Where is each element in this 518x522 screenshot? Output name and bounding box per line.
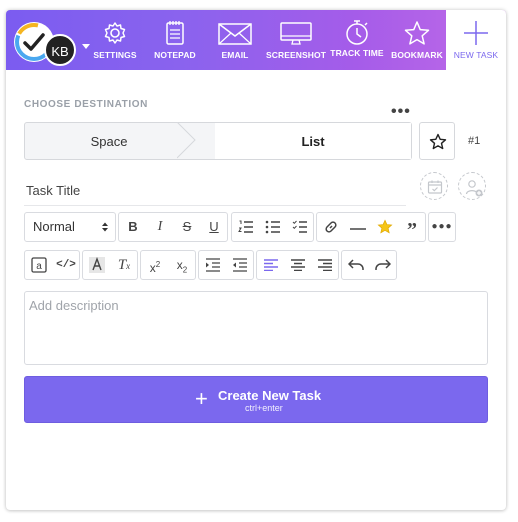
superscript-icon[interactable]: x2: [142, 251, 168, 279]
highlight-icon[interactable]: [84, 251, 110, 279]
nav-bookmark[interactable]: BOOKMARK: [389, 10, 445, 70]
chevron-down-icon: [82, 44, 90, 49]
nav-notepad-label: NOTEPAD: [154, 50, 196, 60]
breadcrumb-chevron-icon: [177, 122, 196, 159]
alignment-group: [256, 250, 339, 280]
nav-track-time[interactable]: TRACK TIME: [330, 10, 384, 70]
history-group: [341, 250, 397, 280]
code-group: a </>: [24, 250, 80, 280]
star-outline-icon: [429, 133, 447, 150]
nav-new-task[interactable]: NEW TASK: [446, 10, 506, 70]
text-format-group: B I S U: [118, 212, 228, 242]
script-group: x2 x2: [140, 250, 196, 280]
star-outline-icon: [404, 21, 430, 45]
description-field[interactable]: [24, 291, 488, 365]
create-task-label: Create New Task: [218, 388, 322, 403]
strikethrough-icon[interactable]: S: [174, 213, 200, 241]
nav-screenshot[interactable]: SCREENSHOT: [265, 10, 327, 70]
task-number[interactable]: #1: [468, 135, 480, 147]
top-navigation-bar: KB SETTINGS NOTEPAD EMAIL SCREENSHOT TRA…: [6, 10, 506, 70]
nav-notepad[interactable]: NOTEPAD: [149, 10, 201, 70]
redo-icon[interactable]: [370, 251, 396, 279]
svg-text:a: a: [36, 261, 42, 272]
subscript-icon[interactable]: x2: [169, 251, 195, 279]
align-right-icon[interactable]: [312, 251, 338, 279]
more-formatting-icon[interactable]: ●●●: [429, 213, 455, 241]
monitor-icon: [280, 22, 312, 45]
space-selector[interactable]: Space: [25, 123, 193, 159]
avatar: KB: [44, 34, 76, 66]
task-panel: KB SETTINGS NOTEPAD EMAIL SCREENSHOT TRA…: [6, 10, 506, 510]
code-block-icon[interactable]: </>: [53, 251, 79, 279]
plus-icon: [464, 21, 488, 45]
nav-email-label: EMAIL: [221, 50, 249, 60]
undo-icon[interactable]: [343, 251, 369, 279]
indent-group: [198, 250, 254, 280]
italic-icon[interactable]: I: [147, 213, 173, 241]
quote-icon[interactable]: ”: [399, 213, 425, 241]
select-arrows-icon: [102, 222, 108, 232]
bold-icon[interactable]: B: [120, 213, 146, 241]
nav-email[interactable]: EMAIL: [209, 10, 261, 70]
plus-icon: +: [195, 386, 208, 411]
link-icon[interactable]: [318, 213, 344, 241]
destination-selector: Space List: [24, 122, 412, 160]
list-selector[interactable]: List: [215, 123, 411, 159]
create-task-shortcut: ctrl+enter: [245, 403, 283, 413]
outdent-icon[interactable]: [227, 251, 253, 279]
favorite-button[interactable]: [419, 122, 455, 160]
checklist-icon[interactable]: [287, 213, 313, 241]
nav-screenshot-label: SCREENSHOT: [265, 50, 327, 60]
nav-new-task-label: NEW TASK: [453, 50, 499, 60]
clear-format-group: Tx: [82, 250, 138, 280]
nav-settings-label: SETTINGS: [93, 50, 137, 60]
choose-destination-label: CHOOSE DESTINATION: [24, 99, 148, 110]
envelope-icon: [218, 23, 252, 45]
calendar-check-icon: [427, 180, 443, 194]
nav-settings[interactable]: SETTINGS: [90, 10, 140, 70]
more-tools-group: ●●●: [428, 212, 456, 242]
create-task-button[interactable]: + Create New Task ctrl+enter: [24, 376, 488, 423]
horizontal-rule-icon[interactable]: [345, 213, 371, 241]
list-format-group: [231, 212, 314, 242]
text-style-value: Normal: [33, 219, 75, 234]
align-left-icon[interactable]: [258, 251, 284, 279]
task-title-input[interactable]: [24, 176, 406, 206]
align-center-icon[interactable]: [285, 251, 311, 279]
star-filled-icon[interactable]: [372, 213, 398, 241]
underline-icon[interactable]: U: [201, 213, 227, 241]
inline-code-icon[interactable]: a: [26, 251, 52, 279]
add-user-icon: [465, 180, 483, 197]
numbered-list-icon[interactable]: [233, 213, 259, 241]
clear-formatting-icon[interactable]: Tx: [111, 251, 137, 279]
account-switcher[interactable]: KB: [14, 20, 90, 66]
notepad-icon: [166, 21, 184, 45]
stopwatch-icon: [346, 20, 368, 45]
insert-group: ”: [316, 212, 426, 242]
due-date-button[interactable]: [420, 172, 448, 200]
assignee-button[interactable]: [458, 172, 486, 200]
bulleted-list-icon[interactable]: [260, 213, 286, 241]
gear-icon: [104, 22, 126, 44]
text-style-select[interactable]: Normal: [24, 212, 116, 242]
indent-icon[interactable]: [200, 251, 226, 279]
more-options-icon[interactable]: •••: [391, 104, 411, 120]
nav-bookmark-label: BOOKMARK: [391, 50, 443, 60]
nav-track-time-label: TRACK TIME: [330, 48, 384, 58]
